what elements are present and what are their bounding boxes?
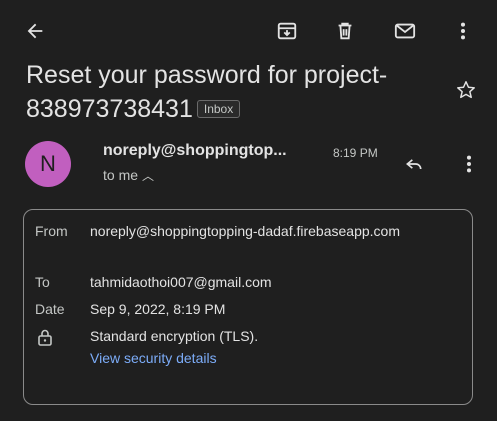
message-details-panel: From noreply@shoppingtopping-dadaf.fireb… xyxy=(23,209,473,405)
envelope-icon[interactable] xyxy=(390,16,420,46)
to-me-label: to me xyxy=(103,167,139,183)
more-vert-icon[interactable] xyxy=(448,16,478,46)
sender-name: noreply@shoppingtop... xyxy=(103,142,287,159)
email-subject: Reset your password for project-83897373… xyxy=(26,58,446,126)
message-more-icon[interactable] xyxy=(455,150,483,178)
email-time: 8:19 PM xyxy=(333,146,378,160)
trash-icon[interactable] xyxy=(330,16,360,46)
security-value: Standard encryption (TLS). xyxy=(90,328,259,344)
reply-icon[interactable] xyxy=(400,150,428,178)
to-value[interactable]: tahmidaothoi007@gmail.com xyxy=(90,272,460,293)
view-security-details-link[interactable]: View security details xyxy=(90,348,460,369)
recipient-toggle[interactable]: to me ︿ xyxy=(103,167,154,184)
top-app-bar xyxy=(0,0,497,62)
to-label: To xyxy=(35,274,50,290)
from-value[interactable]: noreply@shoppingtopping-dadaf.firebaseap… xyxy=(90,221,460,242)
archive-icon[interactable] xyxy=(272,16,302,46)
sender-avatar[interactable]: N xyxy=(25,141,71,187)
back-arrow-icon[interactable] xyxy=(20,16,50,46)
chevron-up-icon: ︿ xyxy=(142,169,155,183)
from-label: From xyxy=(35,223,68,239)
inbox-label-badge[interactable]: Inbox xyxy=(196,100,241,118)
date-label: Date xyxy=(35,301,65,317)
date-value: Sep 9, 2022, 8:19 PM xyxy=(90,301,226,317)
star-icon[interactable] xyxy=(452,76,480,104)
lock-icon xyxy=(37,328,53,346)
